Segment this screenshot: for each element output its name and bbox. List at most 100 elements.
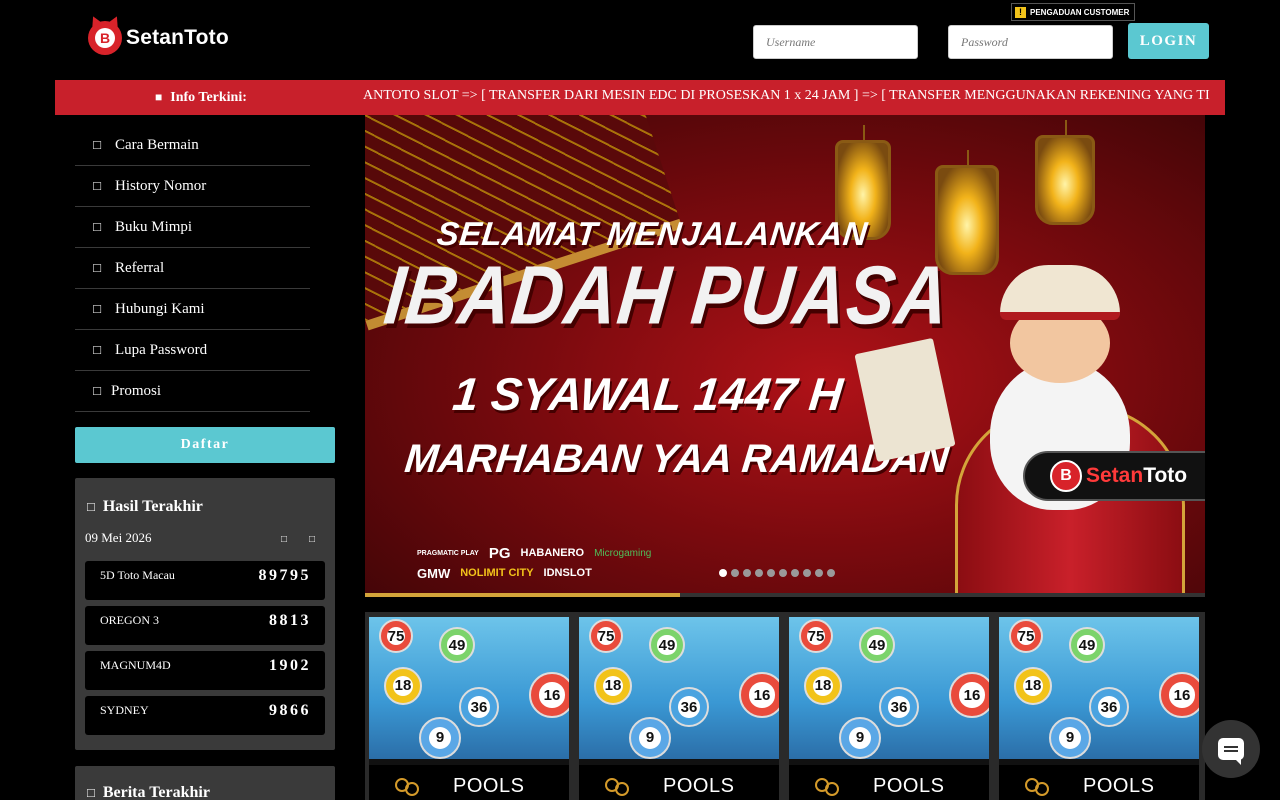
- prev-arrow-icon[interactable]: □: [278, 532, 290, 546]
- pool-card[interactable]: 75 49 18 36 9 16 POOLS: [999, 617, 1199, 800]
- lottery-ball: 9: [1049, 717, 1091, 759]
- lottery-ball: 49: [859, 627, 895, 663]
- info-icon: □: [93, 137, 101, 152]
- sidebar-item-label: Referral: [115, 259, 165, 276]
- warning-icon: !: [1015, 6, 1026, 18]
- password-input[interactable]: [948, 25, 1113, 59]
- result-number: 9866: [269, 702, 311, 719]
- sidebar-item-referral[interactable]: □ Referral: [75, 248, 310, 289]
- pool-label: POOLS: [999, 765, 1199, 800]
- info-label-text: Info Terkini:: [170, 89, 247, 105]
- lottery-ball: 75: [1009, 619, 1043, 653]
- info-marquee: ANTOTO SLOT => [ TRANSFER DARI MESIN EDC…: [363, 80, 1210, 115]
- banner-line-4: MARHABAN YAA RAMADAN: [402, 437, 952, 481]
- provider-habanero: HABANERO: [520, 547, 585, 559]
- header: B SetanToto ! PENGADUAN CUSTOMER LOGIN: [0, 0, 1280, 80]
- slider-dot[interactable]: [791, 569, 799, 577]
- lottery-ball: 16: [1159, 672, 1199, 718]
- result-market-name: MAGNUM4D: [100, 658, 171, 672]
- lottery-ball: 16: [739, 672, 779, 718]
- lottery-ball: 18: [804, 667, 842, 705]
- sidebar-menu: □ Cara Bermain □ History Nomor □ Buku Mi…: [75, 125, 310, 412]
- sidebar-item-label: Cara Bermain: [115, 136, 199, 153]
- next-arrow-icon[interactable]: □: [306, 532, 318, 546]
- result-row[interactable]: SYDNEY 9866: [85, 696, 325, 735]
- info-bar: ■ Info Terkini: ANTOTO SLOT => [ TRANSFE…: [55, 80, 1225, 115]
- slider-dot[interactable]: [731, 569, 739, 577]
- promo-banner[interactable]: SELAMAT MENJALANKAN IBADAH PUASA 1 SYAWA…: [365, 115, 1205, 597]
- lottery-ball: 9: [839, 717, 881, 759]
- result-row[interactable]: MAGNUM4D 1902: [85, 651, 325, 690]
- slider-dot[interactable]: [767, 569, 775, 577]
- login-button[interactable]: LOGIN: [1128, 23, 1209, 59]
- lottery-ball: 49: [649, 627, 685, 663]
- lottery-ball: 36: [459, 687, 499, 727]
- banner-line-3: 1 SYAWAL 1447 H: [450, 368, 846, 420]
- lottery-balls-image: 75 49 18 36 9 16: [579, 617, 779, 759]
- site-logo[interactable]: B SetanToto: [88, 18, 229, 58]
- sidebar-item-hubungi-kami[interactable]: □ Hubungi Kami: [75, 289, 310, 330]
- pools-coin-icon: [1025, 774, 1053, 798]
- hasil-date: 09 Mei 2026: [85, 530, 152, 545]
- daftar-button[interactable]: Daftar: [75, 427, 335, 463]
- pool-label-text: POOLS: [663, 774, 735, 797]
- pool-card[interactable]: 75 49 18 36 9 16 POOLS: [579, 617, 779, 800]
- pools-coin-icon: [815, 774, 843, 798]
- banner-logo-text: SetanToto: [1086, 464, 1188, 487]
- result-number: 8813: [269, 612, 311, 629]
- trophy-icon: □: [87, 499, 95, 514]
- lottery-balls-image: 75 49 18 36 9 16: [789, 617, 989, 759]
- phone-icon: □: [93, 301, 101, 316]
- provider-microgaming: Microgaming: [594, 547, 652, 559]
- sidebar-item-label: Buku Mimpi: [115, 218, 193, 235]
- history-icon: □: [93, 178, 101, 193]
- provider-gmw: GMW: [417, 565, 451, 581]
- slider-dot[interactable]: [779, 569, 787, 577]
- lottery-ball: 9: [419, 717, 461, 759]
- sidebar-item-label: Lupa Password: [115, 341, 208, 358]
- lottery-ball: 75: [589, 619, 623, 653]
- pool-label-text: POOLS: [453, 774, 525, 797]
- sidebar-item-promosi[interactable]: □ Promosi: [75, 371, 310, 412]
- lottery-ball: 18: [1014, 667, 1052, 705]
- gift-icon: □: [93, 383, 101, 398]
- berita-terakhir-panel: □ Berita Terakhir: [75, 766, 335, 800]
- provider-idnslot: IDNSLOT: [543, 567, 592, 579]
- slider-dot[interactable]: [827, 569, 835, 577]
- pengaduan-label: PENGADUAN CUSTOMER: [1030, 7, 1130, 17]
- username-input[interactable]: [753, 25, 918, 59]
- lottery-ball: 75: [799, 619, 833, 653]
- logo-badge-icon: B: [88, 21, 122, 55]
- slider-dot[interactable]: [743, 569, 751, 577]
- pools-coin-icon: [395, 774, 423, 798]
- pool-label: POOLS: [789, 765, 989, 800]
- provider-logos: PRAGMATIC PLAY PG HABANERO Microgaming G…: [417, 543, 747, 583]
- result-row[interactable]: 5D Toto Macau 89795: [85, 561, 325, 600]
- provider-nolimit: NOLIMIT CITY: [460, 567, 534, 579]
- slider-dot[interactable]: [815, 569, 823, 577]
- live-chat-button[interactable]: [1202, 720, 1260, 778]
- result-market-name: 5D Toto Macau: [100, 568, 175, 582]
- slider-dot[interactable]: [755, 569, 763, 577]
- sidebar-item-cara-bermain[interactable]: □ Cara Bermain: [75, 125, 310, 166]
- result-number: 89795: [258, 567, 311, 584]
- pool-card[interactable]: 75 49 18 36 9 16 POOLS: [789, 617, 989, 800]
- pengaduan-customer-link[interactable]: ! PENGADUAN CUSTOMER: [1011, 3, 1136, 21]
- berita-title: □ Berita Terakhir: [87, 784, 210, 800]
- lottery-ball: 18: [384, 667, 422, 705]
- pool-card[interactable]: 75 49 18 36 9 16 POOLS: [369, 617, 569, 800]
- news-icon: □: [87, 785, 95, 800]
- chat-icon: [1218, 738, 1244, 765]
- sidebar-item-lupa-password[interactable]: □ Lupa Password: [75, 330, 310, 371]
- sidebar-item-history-nomor[interactable]: □ History Nomor: [75, 166, 310, 207]
- slider-dot[interactable]: [803, 569, 811, 577]
- slider-dot[interactable]: [719, 569, 727, 577]
- logo-badge-icon: B: [1050, 460, 1082, 492]
- hasil-title-text: Hasil Terakhir: [102, 498, 203, 515]
- berita-title-text: Berita Terakhir: [102, 784, 210, 800]
- logo-text: SetanToto: [126, 26, 229, 49]
- sidebar-item-buku-mimpi[interactable]: □ Buku Mimpi: [75, 207, 310, 248]
- pool-label-text: POOLS: [1083, 774, 1155, 797]
- result-row[interactable]: OREGON 3 8813: [85, 606, 325, 645]
- pools-coin-icon: [605, 774, 633, 798]
